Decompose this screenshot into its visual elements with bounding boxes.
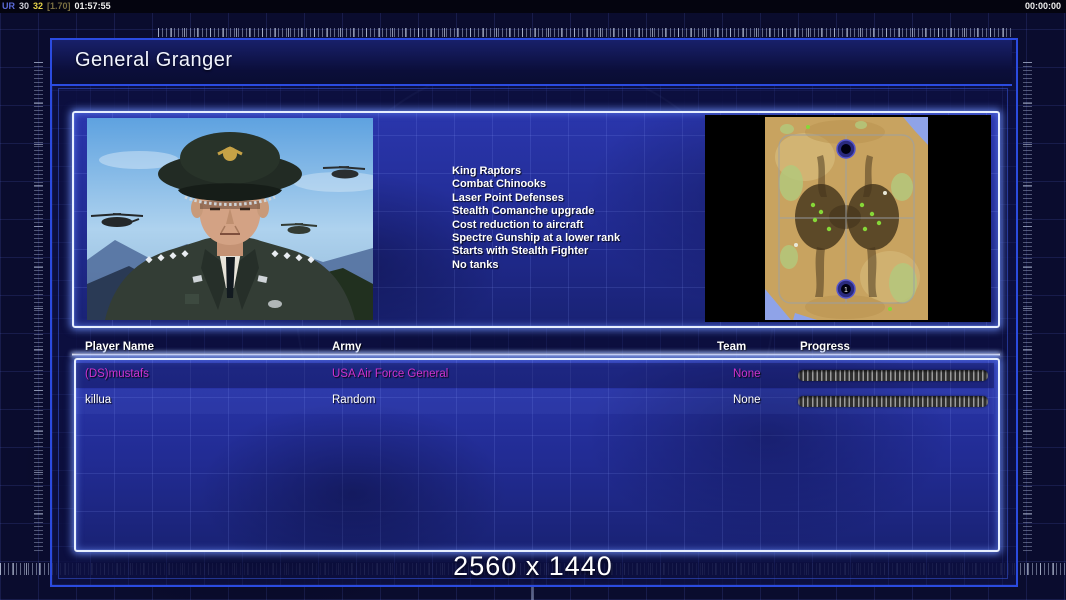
minimap: 1 [705,115,991,322]
right-ruler-ticks [1023,62,1032,552]
start-marker [836,139,856,159]
player-name: (DS)mustafs [85,368,149,380]
minimap-terrain: 1 [765,117,928,320]
header-divider-line [72,353,1000,356]
start-marker-number: 1 [844,287,848,294]
player-team: None [733,394,761,406]
page-title: General Granger [75,49,233,71]
player-army: Random [332,394,376,406]
clock-readout: 01:57:55 [74,1,111,11]
player-name: killua [85,394,112,406]
fps-counter: 30 [19,1,30,11]
version-label: [1.70] [47,1,71,11]
match-timer: 00:00:00 [1024,1,1061,11]
left-ruler-ticks [34,62,43,552]
abilities-list: King Raptors Combat Chinooks Laser Point… [452,165,702,272]
resolution-watermark: 2560 x 1440 [453,551,613,581]
ability-item: No tanks [452,258,499,271]
top-ruler-ticks [158,28,1014,37]
loading-progress-bar [798,396,988,407]
player-army: USA Air Force General [332,368,449,380]
ability-item: King Raptors [452,165,522,177]
player-team: None [733,368,761,380]
ability-item: Cost reduction to aircraft [452,218,584,231]
ability-item: Stealth Comanche upgrade [452,205,595,218]
ability-item: Starts with Stealth Fighter [452,245,589,258]
column-header-team: Team [717,341,747,353]
ability-item: Spectre Gunship at a lower rank [452,232,621,245]
player-row: (DS)mustafs USA Air Force General None [76,363,994,388]
column-header-progress: Progress [800,341,850,353]
latency-value: 32 [33,1,44,11]
column-header-player-name: Player Name [85,341,155,353]
player-row: killua Random None [76,389,994,414]
loading-progress-bar [798,370,988,381]
column-header-army: Army [332,341,362,353]
loading-screen: UR 30 32 [1.70] 01:57:55 00:00:00 General Gr… [0,0,1066,600]
gentool-tag: UR [2,1,15,11]
status-bar: UR 30 32 [1.70] 01:57:55 00:00:00 [0,0,1066,13]
general-portrait [87,118,373,320]
start-marker: 1 [836,279,856,299]
ability-item: Laser Point Defenses [452,191,564,204]
ability-item: Combat Chinooks [452,178,547,191]
